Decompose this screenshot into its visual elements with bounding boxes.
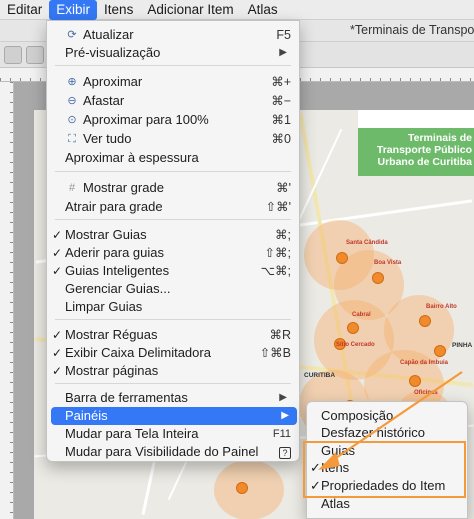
map-label: PINHA [452,342,473,349]
menu-item-mostrar-reguas[interactable]: ✓ Mostrar Réguas ⌘R [47,326,299,344]
menu-bar: Editar Exibir Itens Adicionar Item Atlas [0,0,474,20]
annotation-highlight-box [303,441,466,498]
menu-item-visibilidade-painel[interactable]: Mudar para Visibilidade do Painel ? [47,443,299,461]
menu-itens[interactable]: Itens [97,0,140,20]
menu-item-aderir-guias[interactable]: ✓ Aderir para guias ⇧⌘; [47,244,299,262]
chevron-right-icon: ▶ [281,410,289,421]
menu-item-caixa-delimitadora[interactable]: ✓ Exibir Caixa Delimitadora ⇧⌘B [47,344,299,362]
chevron-right-icon: ▶ [279,47,287,58]
chevron-right-icon: ▶ [279,392,287,403]
checkmark-icon: ✓ [52,346,63,360]
menu-item-guias-inteligentes[interactable]: ✓ Guias Inteligentes ⌥⌘; [47,262,299,280]
menu-item-tela-inteira[interactable]: Mudar para Tela Inteira F11 [47,425,299,443]
map-label: Bairro Alto [426,304,457,310]
zoom-out-icon: ⊖ [67,95,77,107]
menu-item-pre-visualizacao[interactable]: Pré-visualização ▶ [47,44,299,62]
shortcut-key: ? [279,447,291,459]
menu-separator [55,319,291,320]
menu-separator [55,383,291,384]
toolbar-button-icon[interactable] [26,46,44,64]
menu-item-ver-tudo[interactable]: ⛶ Ver tudo ⌘0 [47,130,299,148]
menu-separator [55,219,291,220]
map-label: Boa Vista [374,260,402,266]
menu-adicionar-item[interactable]: Adicionar Item [140,0,240,20]
menu-item-aproximar[interactable]: ⊕ Aproximar ⌘+ [47,73,299,91]
toolbar-button-icon[interactable] [4,46,22,64]
map-label: Cabral [352,312,371,318]
menu-item-aproximar-espessura[interactable]: Aproximar à espessura [47,149,299,167]
exibir-dropdown-menu: ⟳ Atualizar F5 Pré-visualização ▶ ⊕ Apro… [46,20,300,462]
menu-item-mostrar-guias[interactable]: ✓ Mostrar Guias ⌘; [47,226,299,244]
map-label: CURITIBA [304,372,336,379]
menu-exibir[interactable]: Exibir [49,0,98,20]
map-title: Terminais de Transporte Público Urbano d… [376,132,472,168]
menu-item-barra-ferramentas[interactable]: Barra de ferramentas ▶ [47,389,299,407]
menu-item-afastar[interactable]: ⊖ Afastar ⌘− [47,92,299,110]
menu-item-mostrar-grade[interactable]: # Mostrar grade ⌘' [47,179,299,197]
menu-item-paineis[interactable]: Painéis ▶ [51,407,297,425]
menu-separator [55,171,291,172]
menu-item-gerenciar-guias[interactable]: Gerenciar Guias... [47,280,299,298]
submenu-item-composicao[interactable]: Composição [307,407,467,424]
menu-item-mostrar-paginas[interactable]: ✓ Mostrar páginas [47,362,299,380]
menu-item-atualizar[interactable]: ⟳ Atualizar F5 [47,26,299,44]
zoom-full-icon: ⛶ [68,133,76,145]
zoom-in-icon: ⊕ [67,76,77,88]
window-title: *Terminais de Transpo [350,23,474,37]
menu-item-atrair-grade[interactable]: Atrair para grade ⇧⌘' [47,198,299,216]
grid-icon: # [68,182,76,194]
map-label: Santa Cândida [346,240,388,246]
menu-separator [55,65,291,66]
menu-editar[interactable]: Editar [0,0,49,20]
map-label: Oficinas [414,390,438,396]
menu-item-limpar-guias[interactable]: Limpar Guias [47,298,299,316]
menu-atlas[interactable]: Atlas [241,0,285,20]
checkmark-icon: ✓ [52,364,63,378]
map-label: Capão da Imbuia [400,360,449,366]
map-label: Sítio Cercado [336,342,375,348]
checkmark-icon: ✓ [52,328,63,342]
menu-item-aproximar-100[interactable]: ⊙ Aproximar para 100% ⌘1 [47,111,299,129]
submenu-item-desfazer-historico[interactable]: Desfazer histórico [307,424,467,441]
vertical-ruler [0,82,14,519]
zoom-actual-icon: ⊙ [67,114,77,126]
refresh-icon: ⟳ [67,29,77,41]
checkmark-icon: ✓ [52,246,63,260]
checkmark-icon: ✓ [52,228,63,242]
checkmark-icon: ✓ [52,264,63,278]
